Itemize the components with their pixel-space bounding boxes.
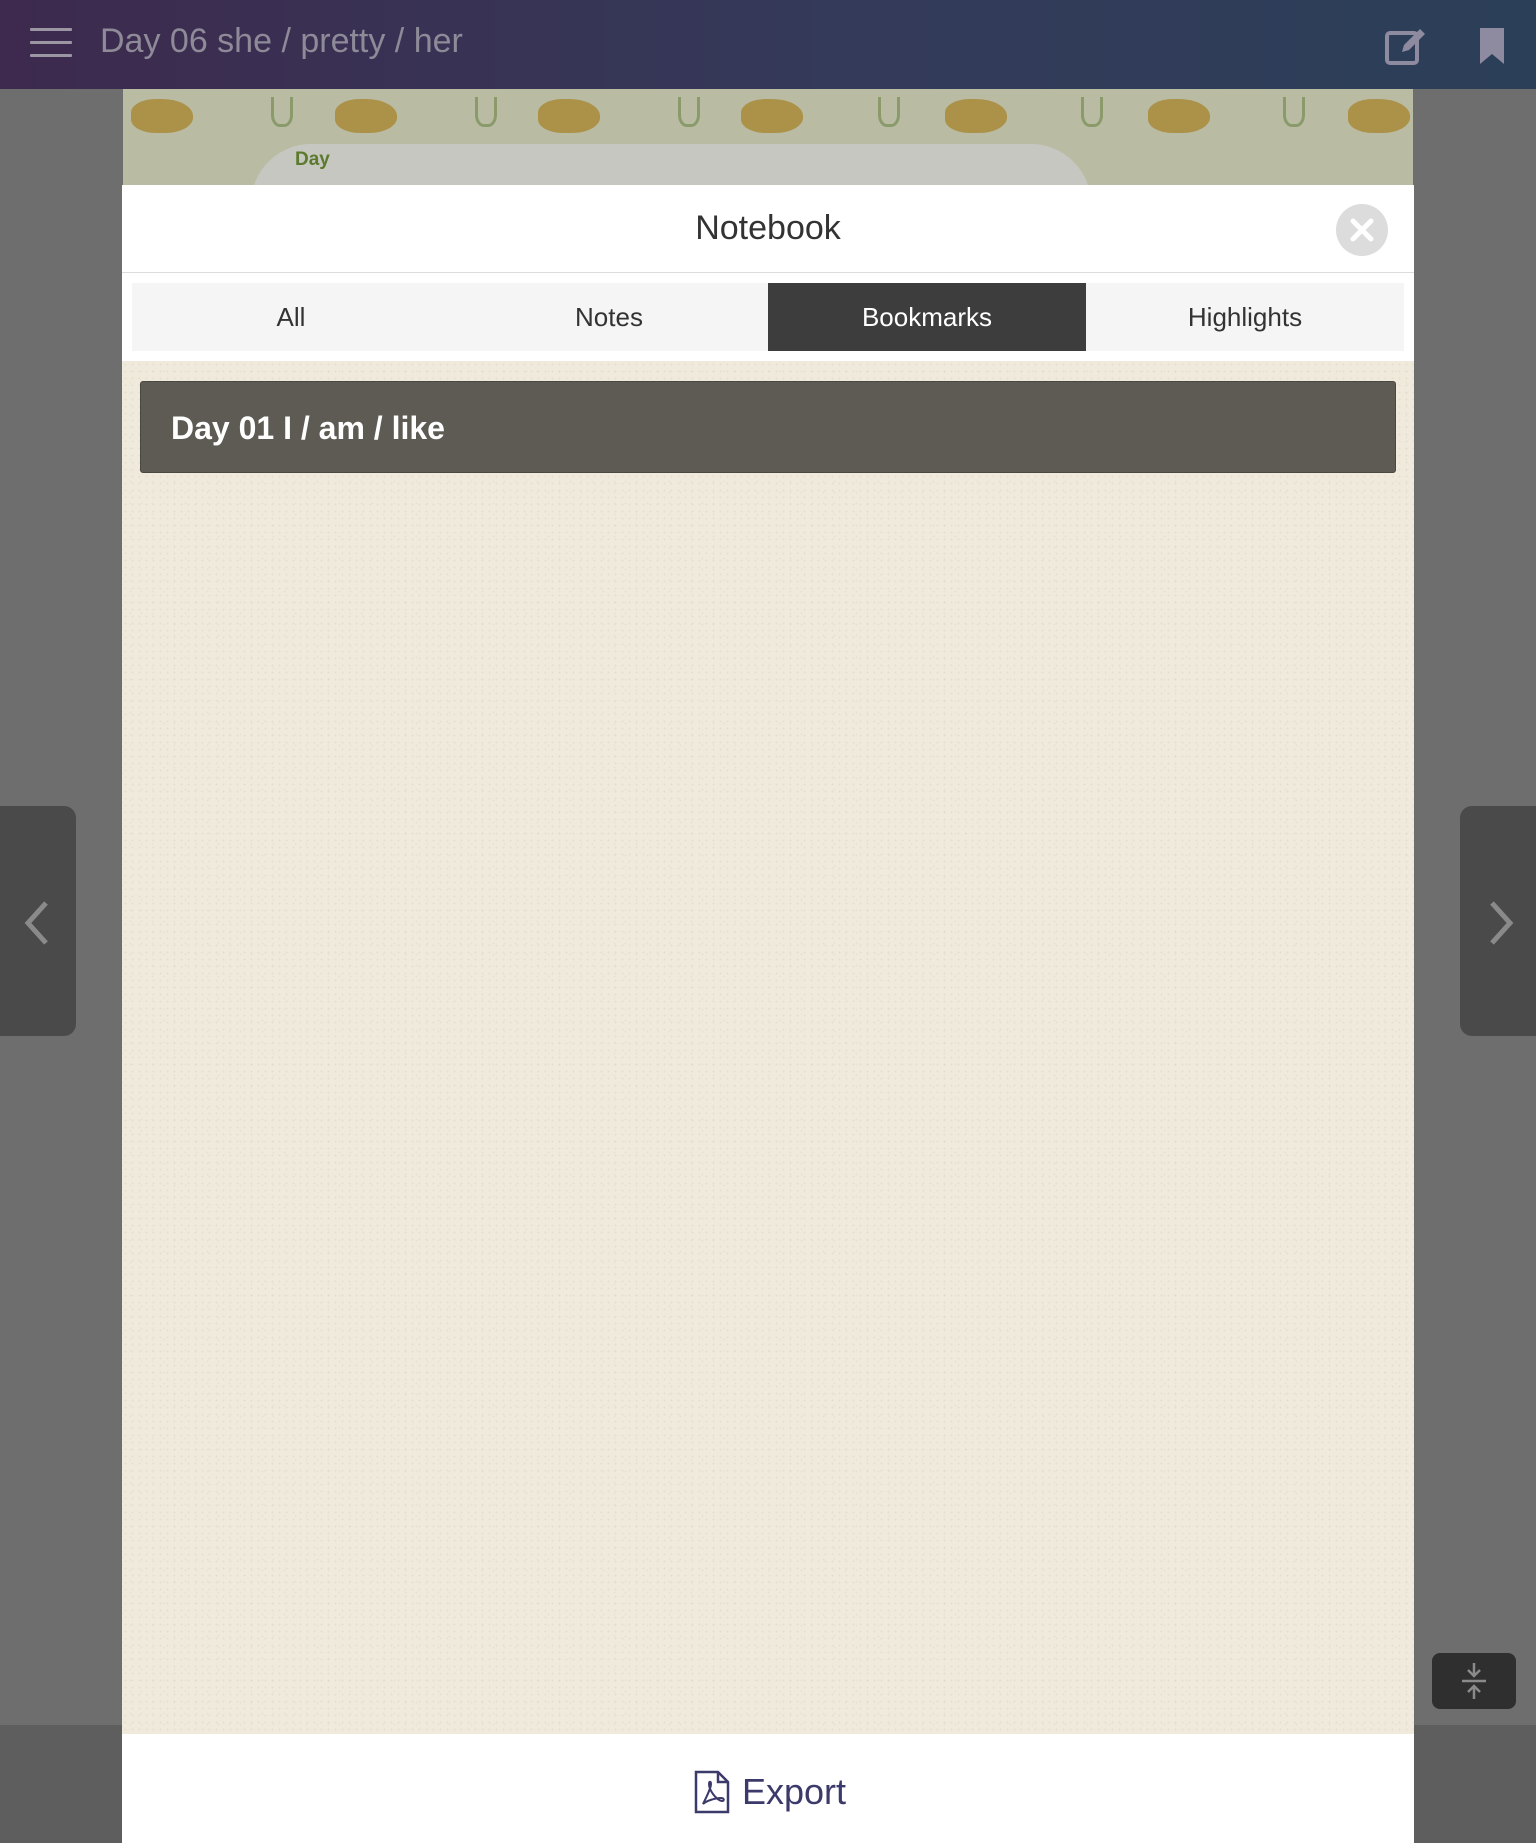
notebook-tabs: All Notes Bookmarks Highlights <box>132 283 1404 351</box>
collapse-vertical-icon <box>1462 1663 1486 1699</box>
hamburger-menu-icon[interactable] <box>30 28 72 62</box>
export-label: Export <box>742 1771 847 1812</box>
chevron-left-icon <box>24 901 48 945</box>
page-title: Day 06 she / pretty / her <box>100 22 463 60</box>
tab-notes[interactable]: Notes <box>450 283 768 351</box>
top-bar: Day 06 she / pretty / her <box>0 0 1536 89</box>
dialog-footer: Export <box>122 1734 1414 1843</box>
dialog-title: Notebook <box>695 209 841 247</box>
fit-page-button[interactable] <box>1432 1653 1516 1709</box>
pdf-file-icon <box>694 1770 730 1814</box>
close-button[interactable] <box>1336 204 1388 256</box>
close-icon <box>1350 218 1374 242</box>
bookmark-icon[interactable] <box>1478 28 1506 64</box>
tab-bookmarks[interactable]: Bookmarks <box>768 283 1086 351</box>
export-button[interactable]: Export <box>694 1768 846 1816</box>
chevron-right-icon <box>1490 901 1514 945</box>
tab-highlights[interactable]: Highlights <box>1086 283 1404 351</box>
banner-day-label: Day <box>295 149 330 170</box>
list-item-label: Day 01 I / am / like <box>171 410 445 446</box>
list-item[interactable]: Day 01 I / am / like <box>140 381 1396 473</box>
dialog-header: Notebook <box>122 185 1414 273</box>
bookmark-list: Day 01 I / am / like <box>122 361 1414 1734</box>
edit-note-icon[interactable] <box>1384 24 1428 68</box>
tab-all[interactable]: All <box>132 283 450 351</box>
tiger-banner-image: Day <box>123 89 1413 185</box>
notebook-dialog: Notebook All Notes Bookmarks Highlights … <box>122 185 1414 1843</box>
next-page-button[interactable] <box>1460 806 1536 1036</box>
previous-page-button[interactable] <box>0 806 76 1036</box>
